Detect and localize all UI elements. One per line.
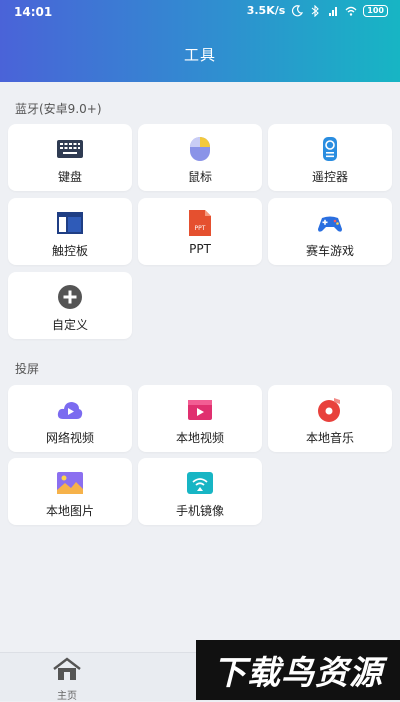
screen-mirror-icon bbox=[187, 472, 213, 494]
tool-label: 键盘 bbox=[57, 170, 82, 184]
tool-phone-mirror[interactable]: 手机镜像 bbox=[138, 458, 262, 525]
tool-keyboard[interactable]: 键盘 bbox=[8, 124, 132, 191]
tool-label: PPT bbox=[189, 242, 211, 256]
network-speed: 3.5K/s bbox=[246, 4, 286, 17]
section-title-casting: 投屏 bbox=[15, 362, 40, 376]
keyboard-icon bbox=[57, 140, 83, 158]
tool-label: 鼠标 bbox=[187, 170, 212, 184]
watermark-banner: 下载鸟资源 bbox=[196, 640, 400, 700]
tab-home[interactable]: 主页 bbox=[37, 657, 97, 702]
tool-touchpad[interactable]: 触控板 bbox=[8, 198, 132, 265]
remote-control-icon bbox=[323, 137, 337, 161]
bluetooth-icon bbox=[311, 4, 320, 17]
video-clip-icon bbox=[188, 400, 212, 420]
tool-label: 本地视频 bbox=[175, 431, 224, 445]
tool-label: 本地图片 bbox=[45, 504, 94, 518]
status-right: 3.5K/s 100 bbox=[247, 4, 388, 17]
cloud-video-icon bbox=[57, 402, 83, 419]
tool-label: 赛车游戏 bbox=[305, 244, 354, 258]
ppt-icon: PPT bbox=[189, 210, 211, 236]
tool-network-video[interactable]: 网络视频 bbox=[8, 385, 132, 452]
tool-local-video[interactable]: 本地视频 bbox=[138, 385, 262, 452]
tool-label: 自定义 bbox=[51, 318, 88, 332]
moon-icon bbox=[292, 4, 304, 16]
add-circle-icon bbox=[58, 285, 82, 309]
status-bar: 14:01 3.5K/s 100 bbox=[0, 0, 400, 24]
tool-local-image[interactable]: 本地图片 bbox=[8, 458, 132, 525]
gamepad-icon bbox=[318, 216, 342, 232]
tool-label: 遥控器 bbox=[311, 170, 348, 184]
tool-label: 网络视频 bbox=[45, 431, 94, 445]
tool-local-music[interactable]: 本地音乐 bbox=[268, 385, 392, 452]
signal-icon bbox=[329, 6, 338, 16]
tool-mouse[interactable]: 鼠标 bbox=[138, 124, 262, 191]
status-time: 14:01 bbox=[14, 5, 53, 19]
mouse-icon bbox=[190, 137, 210, 161]
tool-label: 触控板 bbox=[51, 244, 88, 258]
tool-custom[interactable]: 自定义 bbox=[8, 272, 132, 339]
svg-text:PPT: PPT bbox=[195, 225, 206, 232]
page-title: 工具 bbox=[183, 46, 216, 64]
home-icon bbox=[53, 657, 81, 680]
touchpad-icon bbox=[57, 212, 83, 234]
tool-label: 手机镜像 bbox=[175, 504, 224, 518]
music-icon bbox=[318, 398, 340, 422]
tool-ppt[interactable]: PPT PPT bbox=[138, 198, 262, 265]
app-header: 14:01 3.5K/s 100 工具 bbox=[0, 0, 400, 82]
section-title-bluetooth: 蓝牙(安卓9.0+) bbox=[15, 102, 102, 116]
wifi-icon bbox=[345, 6, 357, 16]
tool-racing-game[interactable]: 赛车游戏 bbox=[268, 198, 392, 265]
tool-label: 本地音乐 bbox=[305, 431, 354, 445]
tool-remote-control[interactable]: 遥控器 bbox=[268, 124, 392, 191]
battery-indicator: 100 bbox=[363, 4, 388, 17]
image-icon bbox=[57, 472, 83, 494]
